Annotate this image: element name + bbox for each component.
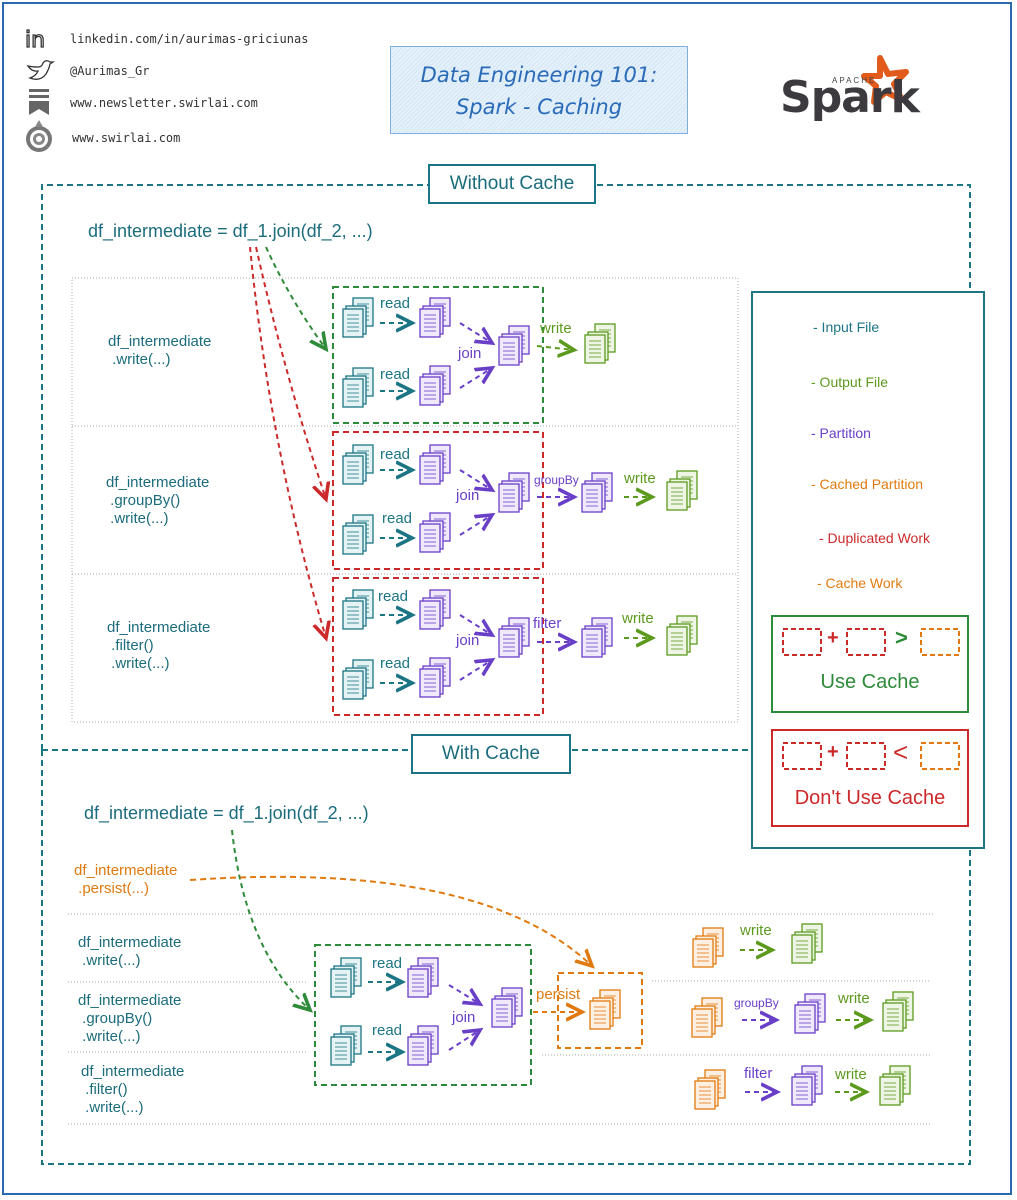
- legend-cached-partition-label: - Cached Partition: [811, 476, 924, 492]
- arrow-def-to-row3: [249, 246, 326, 638]
- input-file-icon: [330, 957, 362, 998]
- input-file-icon: [342, 444, 374, 485]
- persist-code: df_intermediate .persist(...): [74, 862, 178, 897]
- partition-icon: [419, 297, 451, 338]
- plus-operator: +: [827, 741, 839, 763]
- partition-icon: [791, 1065, 823, 1106]
- op-join: join: [458, 345, 482, 362]
- cache-work-box-icon: [920, 742, 960, 770]
- less-than-operator: <: [893, 737, 909, 767]
- op-write: write: [622, 610, 654, 627]
- op-write: write: [835, 1066, 867, 1083]
- partition-icon: [498, 617, 530, 658]
- op-read: read: [380, 295, 411, 312]
- with-cache-label: With Cache: [411, 734, 571, 774]
- duplicated-work-box-icon: [782, 628, 822, 656]
- partition-icon: [419, 512, 451, 553]
- output-file-icon: [584, 323, 616, 364]
- without-cache-label: Without Cache: [428, 164, 596, 204]
- op-read: read: [380, 366, 411, 383]
- join-arrow: [448, 1030, 480, 1051]
- partition-icon: [581, 472, 613, 513]
- op-write: write: [540, 320, 572, 337]
- input-file-icon: [342, 589, 374, 630]
- partition-icon: [419, 365, 451, 406]
- cached-partition-icon: [589, 989, 621, 1030]
- greater-than-operator: >: [895, 625, 908, 650]
- row2-code: df_intermediate .groupBy() .write(...): [106, 474, 210, 527]
- join-arrow: [459, 515, 492, 536]
- cached-partition-icon: [691, 997, 723, 1038]
- partition-icon: [407, 957, 439, 998]
- duplicated-work-box-icon: [846, 742, 886, 770]
- legend-output-file-label: - Output File: [811, 374, 889, 390]
- output-file-icon: [666, 470, 698, 511]
- op-filter: filter: [533, 615, 562, 632]
- join-arrow: [459, 322, 492, 343]
- dont-use-cache-label: Don't Use Cache: [794, 787, 946, 809]
- op-persist: persist: [536, 986, 581, 1003]
- duplicated-work-box-icon: [846, 628, 886, 656]
- partition-icon: [419, 657, 451, 698]
- op-read: read: [380, 655, 411, 672]
- cached-row3-code: df_intermediate .filter() .write(...): [81, 1063, 185, 1116]
- op-groupby: groupBy: [534, 473, 579, 487]
- op-read: read: [372, 955, 403, 972]
- partition-icon: [581, 617, 613, 658]
- op-join: join: [456, 632, 480, 649]
- op-read: read: [382, 510, 413, 527]
- partition-icon: [407, 1025, 439, 1066]
- legend-duplicated-work-label: - Duplicated Work: [819, 530, 931, 546]
- output-file-icon: [882, 991, 914, 1032]
- output-file-icon: [791, 923, 823, 964]
- op-write: write: [740, 922, 772, 939]
- row1-code: df_intermediate .write(...): [108, 333, 212, 368]
- arrow-def-to-row1: [265, 246, 326, 349]
- op-read: read: [372, 1022, 403, 1039]
- cache-work-box-icon: [920, 628, 960, 656]
- input-file-icon: [342, 659, 374, 700]
- legend-partition-label: - Partition: [811, 425, 871, 441]
- join-arrow: [459, 368, 492, 389]
- use-cache-rule: + > Use Cache: [771, 615, 969, 713]
- partition-icon: [491, 987, 523, 1028]
- cached-row1-code: df_intermediate .write(...): [78, 934, 182, 969]
- without-cache-definition: df_intermediate = df_1.join(df_2, ...): [88, 221, 373, 241]
- op-join: join: [456, 487, 480, 504]
- input-file-icon: [342, 367, 374, 408]
- duplicated-work-box-icon: [782, 742, 822, 770]
- with-cache-definition: df_intermediate = df_1.join(df_2, ...): [84, 803, 369, 823]
- input-file-icon: [342, 514, 374, 555]
- cached-partition-icon: [694, 1069, 726, 1110]
- partition-icon: [498, 325, 530, 366]
- arrow-def-to-cached-join: [231, 829, 310, 1010]
- op-read: read: [380, 446, 411, 463]
- partition-icon: [498, 472, 530, 513]
- op-write: write: [838, 990, 870, 1007]
- partition-icon: [794, 993, 826, 1034]
- input-file-icon: [330, 1025, 362, 1066]
- op-write: write: [624, 470, 656, 487]
- op-read: read: [378, 588, 409, 605]
- join-arrow: [459, 660, 492, 681]
- row3-code: df_intermediate .filter() .write(...): [107, 619, 211, 672]
- input-file-icon: [342, 297, 374, 338]
- partition-icon: [419, 589, 451, 630]
- join-arrow: [448, 984, 480, 1004]
- cached-partition-icon: [692, 927, 724, 968]
- cached-row2-code: df_intermediate .groupBy() .write(...): [78, 992, 182, 1045]
- op-groupby: groupBy: [734, 996, 779, 1010]
- op-join: join: [452, 1009, 476, 1026]
- plus-operator: +: [827, 627, 839, 649]
- legend-panel: - Input File - Output File - Partition -…: [751, 291, 985, 849]
- legend-input-file-label: - Input File: [813, 319, 880, 335]
- dont-use-cache-rule: + < Don't Use Cache: [771, 729, 969, 827]
- legend-cache-work-label: - Cache Work: [817, 575, 903, 591]
- op-filter: filter: [744, 1065, 773, 1082]
- partition-icon: [419, 444, 451, 485]
- output-file-icon: [879, 1065, 911, 1106]
- output-file-icon: [666, 615, 698, 656]
- use-cache-label: Use Cache: [820, 671, 920, 693]
